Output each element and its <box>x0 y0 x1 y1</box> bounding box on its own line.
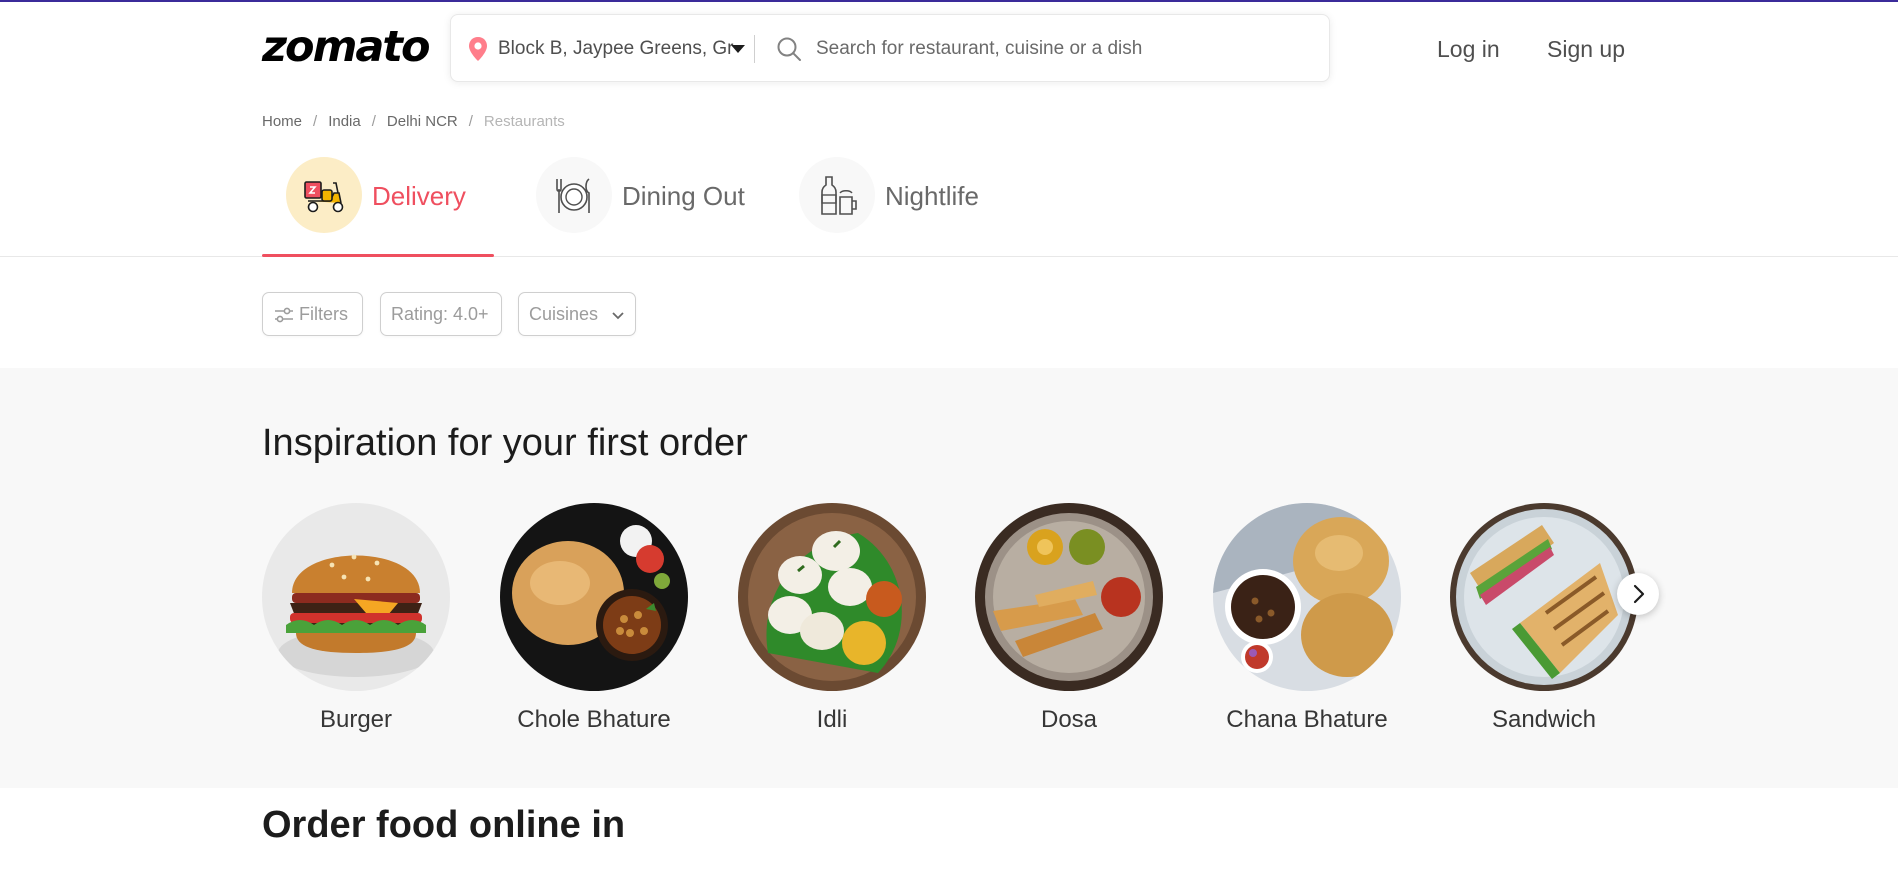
tab-nightlife[interactable]: Nightlife <box>775 157 1005 255</box>
filters-label: Filters <box>299 304 348 324</box>
filters-button[interactable]: Filters <box>262 292 363 336</box>
cuisines-dropdown[interactable]: Cuisines <box>518 292 636 336</box>
carousel-next-button[interactable] <box>1617 573 1659 615</box>
rating-filter-button[interactable]: Rating: 4.0+ <box>380 292 502 336</box>
dish-card[interactable]: Dosa <box>975 503 1163 733</box>
dish-card[interactable]: Burger <box>262 503 450 733</box>
breadcrumb-restaurants: Restaurants <box>483 113 565 130</box>
dish-name: Chana Bhature <box>1226 706 1388 733</box>
tab-nightlife-label: Nightlife <box>885 181 979 211</box>
dish-name: Chole Bhature <box>517 706 671 733</box>
dish-card[interactable]: Idli <box>738 503 926 733</box>
search-icon <box>777 37 801 61</box>
dish-image-idli <box>738 503 926 691</box>
section-title: Inspiration for your first order <box>262 422 748 464</box>
breadcrumb-india[interactable]: India <box>328 112 361 132</box>
breadcrumb-delhi-ncr[interactable]: Delhi NCR <box>387 112 458 132</box>
dish-image-dosa <box>975 503 1163 691</box>
breadcrumb-home[interactable]: Home <box>262 112 302 132</box>
dish-image-sandwich <box>1450 503 1638 691</box>
dish-image-burger <box>262 503 450 691</box>
location-selector[interactable]: Block B, Jaypee Greens, Greater Noida <box>498 37 734 61</box>
caret-down-icon[interactable] <box>728 39 748 59</box>
scooter-icon <box>286 157 362 233</box>
zomato-logo[interactable]: zomato <box>262 22 430 72</box>
signup-link[interactable]: Sign up <box>1547 34 1625 64</box>
inspiration-section: Inspiration for your first order Burger <box>0 368 1898 788</box>
dish-name: Dosa <box>1040 706 1098 733</box>
header: zomato Block B, Jaypee Greens, Greater N… <box>0 2 1898 92</box>
breadcrumb-separator: / <box>313 113 318 130</box>
search-divider <box>754 35 755 63</box>
plate-cutlery-icon <box>536 157 612 233</box>
location-pin-icon <box>469 37 487 61</box>
dish-card[interactable]: Chana Bhature <box>1213 503 1401 733</box>
chevron-right-icon <box>1633 584 1645 604</box>
breadcrumb: Home / India / Delhi NCR / Restaurants <box>262 112 565 132</box>
search-input[interactable] <box>816 33 1296 65</box>
cuisines-label: Cuisines <box>529 304 599 324</box>
tab-delivery-label: Delivery <box>372 181 466 211</box>
login-link[interactable]: Log in <box>1437 34 1500 64</box>
dish-name: Sandwich <box>1491 706 1597 733</box>
service-tabs: Delivery Dining Out Nightlife <box>0 150 1898 257</box>
order-section-title: Order food online in <box>262 804 626 846</box>
sliders-icon <box>275 307 293 323</box>
bottle-glass-icon <box>799 157 875 233</box>
dish-image-chana-bhature <box>1213 503 1401 691</box>
tab-delivery[interactable]: Delivery <box>262 157 494 255</box>
dish-name: Burger <box>319 706 393 733</box>
breadcrumb-separator: / <box>371 113 376 130</box>
dish-card[interactable]: Sandwich <box>1450 503 1638 733</box>
breadcrumb-separator: / <box>468 113 473 130</box>
search-bar: Block B, Jaypee Greens, Greater Noida <box>450 14 1330 82</box>
rating-filter-label: Rating: 4.0+ <box>391 304 489 324</box>
dish-name: Idli <box>816 706 848 733</box>
dish-card[interactable]: Chole Bhature <box>500 503 688 733</box>
dish-image-chole-bhature <box>500 503 688 691</box>
tab-dining-out[interactable]: Dining Out <box>512 157 762 255</box>
chevron-down-icon <box>612 312 624 320</box>
tab-dining-out-label: Dining Out <box>622 181 745 211</box>
active-tab-indicator <box>262 254 494 257</box>
